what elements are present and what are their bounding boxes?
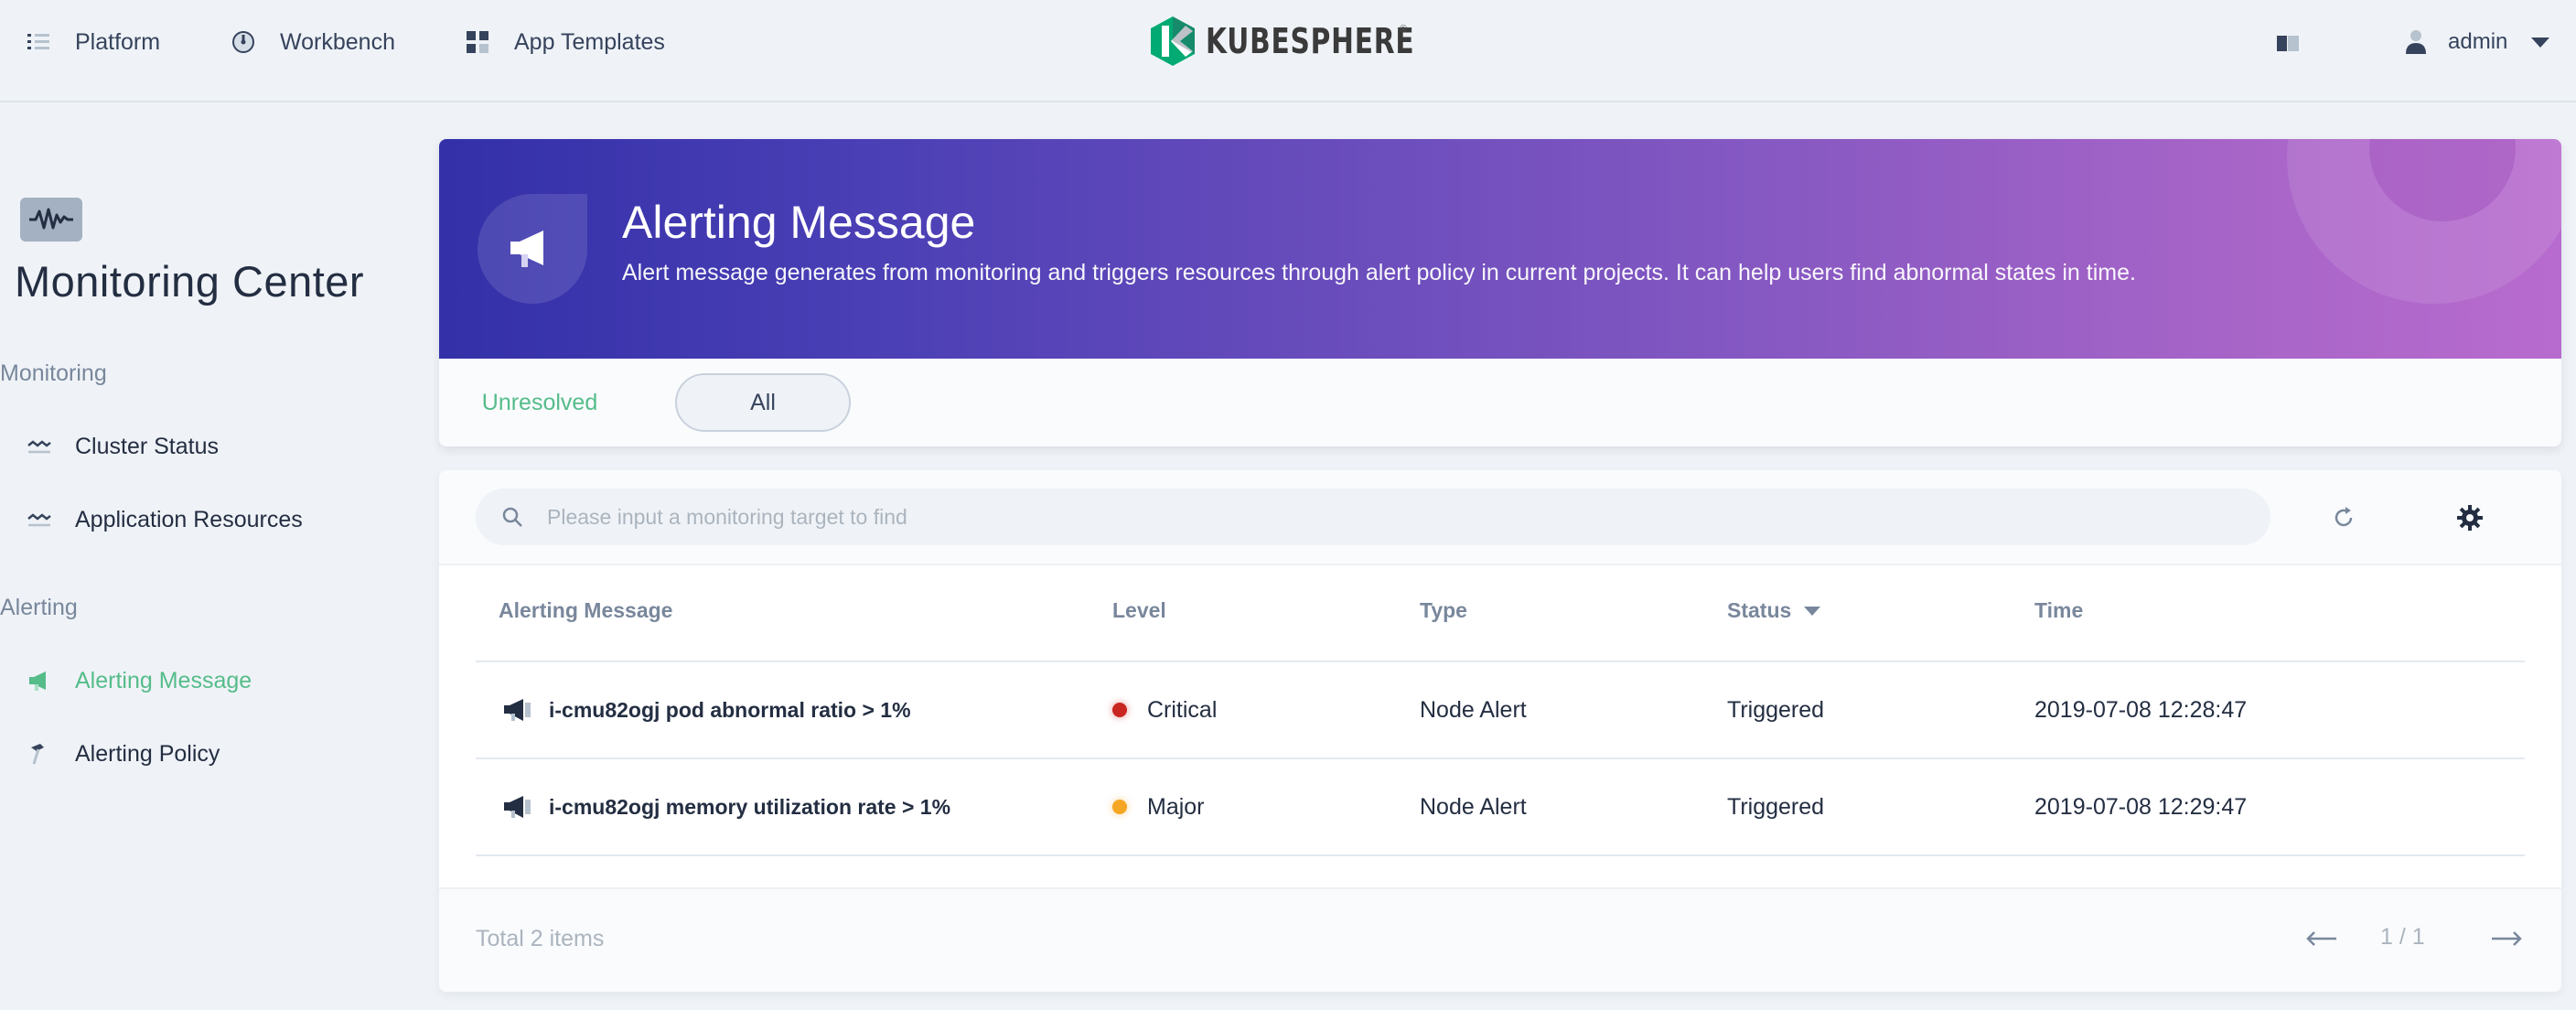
list-icon — [27, 34, 49, 49]
table-footer: Total 2 items 1 / 1 — [439, 887, 2561, 992]
nav-workbench-label: Workbench — [280, 28, 395, 55]
refresh-icon[interactable] — [2329, 503, 2358, 532]
page-title: Alerting Message — [622, 197, 976, 248]
top-navigation: Platform Workbench App Templates KUBESPH… — [0, 0, 2576, 102]
page-indicator: 1 / 1 — [2380, 924, 2425, 950]
nav-app-templates[interactable]: App Templates — [465, 24, 665, 60]
alerting-banner-card: Alerting Message Alert message generates… — [439, 139, 2561, 446]
alert-level-cell: Critical — [1112, 662, 1217, 758]
sidebar-item-cluster-status[interactable]: Cluster Status — [26, 426, 219, 467]
level-indicator-dot — [1112, 800, 1127, 814]
gear-icon[interactable] — [2455, 503, 2485, 532]
sidebar-title: Monitoring Center — [15, 257, 365, 306]
user-menu[interactable]: admin — [2404, 24, 2550, 60]
alerts-table-card: Alerting Message Level Type Status Time … — [439, 470, 2561, 992]
sidebar-item-alerting-policy[interactable]: Alerting Policy — [26, 734, 220, 774]
arrow-left-icon[interactable] — [2303, 928, 2340, 950]
column-header-time[interactable]: Time — [2034, 598, 2083, 623]
nav-platform[interactable]: Platform — [26, 24, 160, 60]
alert-time-cell: 2019-07-08 12:28:47 — [2034, 696, 2248, 723]
alert-message-cell[interactable]: i-cmu82ogj pod abnormal ratio > 1% — [501, 662, 911, 758]
megaphone-icon — [29, 672, 46, 691]
search-bar — [476, 489, 2270, 545]
alert-status-cell: Triggered — [1727, 696, 1825, 723]
alert-level-cell: Major — [1112, 759, 1205, 854]
sidebar-item-label: Alerting Message — [75, 667, 252, 693]
alert-message-text: i-cmu82ogj memory utilization rate > 1% — [549, 794, 951, 819]
monitoring-center-badge — [20, 198, 82, 242]
logo-registered-mark: ® — [1400, 24, 1408, 35]
level-indicator-dot — [1112, 703, 1127, 717]
megaphone-icon — [510, 231, 543, 267]
chevron-down-icon — [2531, 37, 2550, 48]
grid-icon — [467, 31, 488, 53]
megaphone-icon — [504, 699, 531, 721]
sidebar-group-monitoring: Monitoring — [0, 360, 107, 386]
tab-all[interactable]: All — [675, 373, 851, 432]
alert-level-text: Major — [1147, 793, 1205, 820]
pulse-icon — [29, 208, 73, 230]
alert-message-cell[interactable]: i-cmu82ogj memory utilization rate > 1% — [501, 759, 950, 854]
search-input[interactable] — [547, 504, 2194, 530]
sidebar-item-label: Cluster Status — [75, 433, 220, 459]
table-divider — [476, 854, 2525, 856]
alert-message-text: i-cmu82ogj pod abnormal ratio > 1% — [549, 697, 911, 722]
page-description: Alert message generates from monitoring … — [622, 260, 2136, 285]
wave-icon — [27, 440, 51, 454]
tab-unresolved[interactable]: Unresolved — [468, 373, 611, 432]
sidebar-item-alerting-message[interactable]: Alerting Message — [26, 661, 252, 701]
column-header-status-label: Status — [1727, 598, 1792, 622]
sidebar-item-label: Alerting Policy — [75, 740, 220, 767]
arrow-right-icon[interactable] — [2488, 928, 2525, 950]
alert-type-cell: Node Alert — [1420, 696, 1527, 723]
table-row[interactable]: i-cmu82ogj memory utilization rate > 1% … — [476, 759, 2525, 854]
alert-type-cell: Node Alert — [1420, 793, 1527, 820]
table-toolbar — [439, 470, 2561, 565]
hammer-icon — [31, 744, 44, 765]
username: admin — [2448, 29, 2508, 54]
nav-app-templates-label: App Templates — [514, 28, 665, 55]
sidebar-group-alerting: Alerting — [0, 595, 78, 620]
column-header-status[interactable]: Status — [1727, 598, 1821, 623]
sidebar-item-label: Application Resources — [75, 506, 303, 532]
search-icon — [502, 507, 522, 527]
total-count: Total 2 items — [476, 926, 605, 951]
alert-level-text: Critical — [1147, 696, 1218, 723]
column-header-level[interactable]: Level — [1112, 598, 1166, 623]
dashboard-icon — [232, 31, 254, 53]
column-header-type[interactable]: Type — [1420, 598, 1467, 623]
banner: Alerting Message Alert message generates… — [439, 139, 2561, 359]
kubesphere-logo[interactable]: KUBESPHERE ® — [1149, 13, 1474, 70]
nav-platform-label: Platform — [75, 28, 161, 55]
user-icon — [2406, 30, 2426, 54]
column-header-message[interactable]: Alerting Message — [499, 598, 672, 623]
alert-time-cell: 2019-07-08 12:29:47 — [2034, 793, 2248, 820]
alert-status-cell: Triggered — [1727, 793, 1825, 820]
banner-icon-badge — [478, 194, 587, 304]
logo-text: KUBESPHERE — [1206, 21, 1415, 61]
docs-book-icon[interactable] — [2274, 29, 2302, 57]
table-row[interactable]: i-cmu82ogj pod abnormal ratio > 1% Criti… — [476, 662, 2525, 758]
wave-icon — [27, 513, 51, 527]
filter-caret-icon — [1804, 606, 1821, 616]
kubesphere-logo-mark-icon — [1151, 16, 1195, 66]
nav-workbench[interactable]: Workbench — [231, 24, 395, 60]
megaphone-icon — [504, 796, 531, 818]
sidebar-item-application-resources[interactable]: Application Resources — [26, 500, 303, 540]
